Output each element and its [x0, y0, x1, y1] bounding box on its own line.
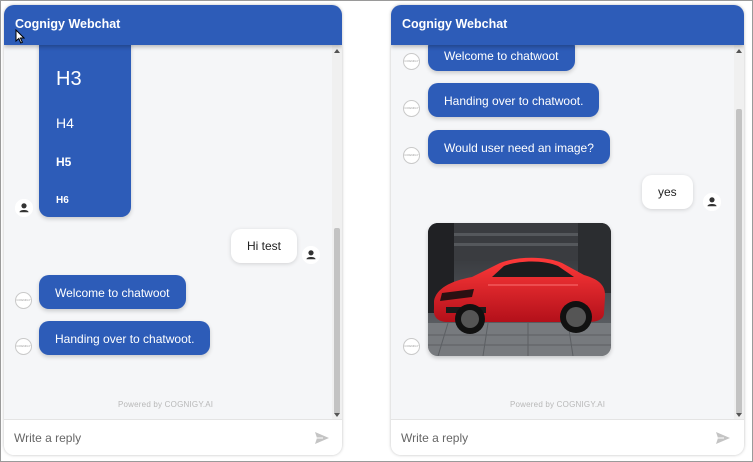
reply-input[interactable] — [401, 428, 671, 448]
scroll-down-arrow-icon[interactable] — [334, 413, 340, 417]
heading-h3-text: H3 — [56, 68, 82, 90]
user-message-bubble: Hi test — [231, 229, 298, 263]
webchat-title: Cognigy Webchat — [402, 17, 508, 31]
bot-avatar-icon: COGNIGY — [403, 53, 420, 70]
webchat-window-right: Welcome to chatwoot COGNIGY Handing over… — [391, 5, 744, 455]
scrollbar-thumb[interactable] — [736, 109, 742, 414]
bot-message-bubble: Handing over to chatwoot. — [39, 321, 211, 355]
webchat-title: Cognigy Webchat — [15, 17, 121, 31]
message-text: Hi test — [247, 239, 282, 253]
heading-h4-text: H4 — [56, 115, 74, 131]
reply-input[interactable] — [14, 428, 284, 448]
user-avatar-icon — [302, 246, 320, 264]
message-scrollbar[interactable] — [332, 45, 342, 419]
scroll-down-arrow-icon[interactable] — [736, 413, 742, 417]
message-text: Welcome to chatwoot — [444, 49, 559, 63]
red-sports-car-photo — [428, 223, 611, 356]
user-avatar-icon — [15, 199, 33, 217]
bot-message-bubble: Welcome to chatwoot — [39, 275, 186, 309]
message-text: yes — [658, 185, 677, 199]
scroll-up-arrow-icon[interactable] — [736, 49, 742, 53]
mouse-cursor-icon — [15, 29, 25, 44]
bot-avatar-icon: COGNIGY — [15, 338, 32, 355]
reply-input-bar — [391, 419, 744, 455]
message-text: Handing over to chatwoot. — [55, 332, 195, 346]
user-message-bubble: yes — [642, 175, 693, 209]
scrollbar-thumb[interactable] — [334, 228, 340, 414]
message-text: Welcome to chatwoot — [55, 286, 170, 300]
bot-avatar-icon: COGNIGY — [403, 338, 420, 355]
send-icon[interactable] — [314, 430, 330, 446]
webchat-window-left: H3 H4 H5 H6 Hi test Welcome to chatwoot … — [4, 5, 342, 455]
heading-h6-text: H6 — [56, 195, 69, 206]
reply-input-bar — [4, 419, 342, 455]
message-scrollbar[interactable] — [734, 45, 744, 419]
scroll-up-arrow-icon[interactable] — [334, 49, 340, 53]
powered-by-label: Powered by COGNIGY.AI — [118, 400, 214, 409]
bot-message-bubble: Handing over to chatwoot. — [428, 83, 600, 117]
webchat-header: Cognigy Webchat — [4, 5, 342, 45]
bot-avatar-icon: COGNIGY — [403, 100, 420, 117]
headings-message-bubble: H3 H4 H5 H6 — [39, 41, 131, 217]
image-message[interactable] — [428, 223, 611, 356]
bot-avatar-icon: COGNIGY — [403, 147, 420, 164]
send-icon[interactable] — [715, 430, 731, 446]
bot-avatar-icon: COGNIGY — [15, 292, 32, 309]
user-avatar-icon — [703, 193, 721, 211]
message-text: Would user need an image? — [444, 141, 594, 155]
heading-h5-text: H5 — [56, 155, 72, 169]
powered-by-label: Powered by COGNIGY.AI — [510, 400, 606, 409]
webchat-header: Cognigy Webchat — [391, 5, 744, 45]
bot-message-bubble: Would user need an image? — [428, 130, 610, 164]
message-text: Handing over to chatwoot. — [444, 94, 584, 108]
